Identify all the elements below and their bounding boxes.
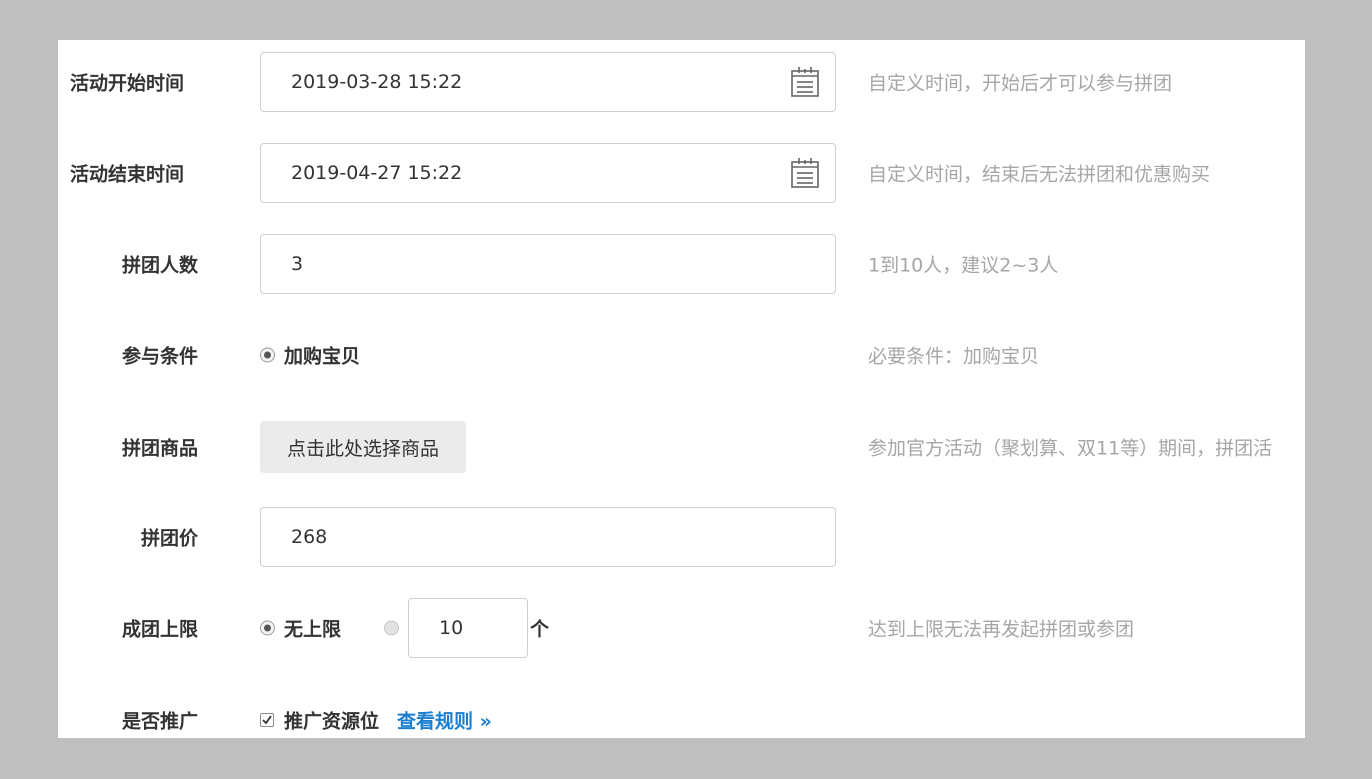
end-time-hint: 自定义时间，结束后无法拼团和优惠购买 — [868, 163, 1211, 186]
end-time-input[interactable] — [260, 143, 836, 203]
condition-radio[interactable] — [260, 347, 275, 363]
select-product-button[interactable]: 点击此处选择商品 — [260, 421, 466, 473]
calendar-icon[interactable] — [790, 157, 820, 189]
condition-row: 参与条件 加购宝贝 必要条件：加购宝贝 — [58, 324, 1305, 386]
promote-checkbox[interactable] — [260, 713, 274, 727]
start-time-input[interactable] — [260, 52, 836, 112]
promote-option-label: 推广资源位 — [284, 710, 380, 733]
end-time-label: 活动结束时间 — [70, 163, 185, 186]
group-price-label: 拼团价 — [140, 527, 198, 550]
group-size-row: 拼团人数 1到10人，建议2~3人 — [58, 233, 1305, 295]
promote-row: 是否推广 推广资源位 查看规则 » — [58, 689, 1305, 738]
start-time-label: 活动开始时间 — [70, 72, 185, 95]
group-limit-row: 成团上限 无上限 个 达到上限无法再发起拼团或参团 — [58, 597, 1305, 659]
condition-label: 参与条件 — [121, 345, 198, 368]
calendar-icon[interactable] — [790, 66, 820, 98]
end-time-row: 活动结束时间 自定义时间，结束后无法拼团和优惠购买 — [58, 142, 1305, 204]
group-price-input[interactable] — [260, 507, 836, 567]
limit-count-input[interactable] — [408, 598, 528, 658]
checkmark-icon — [262, 715, 272, 725]
product-label: 拼团商品 — [121, 437, 198, 460]
start-time-row: 活动开始时间 自定义时间，开始后才可以参与拼团 — [58, 51, 1305, 113]
group-size-label: 拼团人数 — [121, 254, 198, 277]
start-time-hint: 自定义时间，开始后才可以参与拼团 — [868, 72, 1173, 95]
product-hint: 参加官方活动（聚划算、双11等）期间，拼团活 — [868, 437, 1273, 460]
group-price-row: 拼团价 — [58, 506, 1305, 568]
unlimited-radio[interactable] — [260, 620, 275, 636]
custom-limit-radio[interactable] — [384, 620, 399, 636]
promote-label: 是否推广 — [121, 710, 198, 733]
product-row: 拼团商品 点击此处选择商品 参加官方活动（聚划算、双11等）期间，拼团活 — [58, 416, 1305, 478]
group-size-input[interactable] — [260, 234, 836, 294]
view-rules-link[interactable]: 查看规则 » — [397, 707, 492, 734]
limit-unit: 个 — [530, 618, 550, 641]
group-size-hint: 1到10人，建议2~3人 — [868, 254, 1059, 277]
condition-hint: 必要条件：加购宝贝 — [868, 345, 1040, 368]
group-limit-label: 成团上限 — [121, 618, 198, 641]
promotion-form-panel: 活动开始时间 自定义时间，开始后才可以参与拼团 活动结束时间 — [58, 40, 1305, 738]
condition-option-label: 加购宝贝 — [284, 345, 361, 368]
unlimited-option-label: 无上限 — [284, 618, 342, 641]
group-limit-hint: 达到上限无法再发起拼团或参团 — [868, 618, 1135, 641]
